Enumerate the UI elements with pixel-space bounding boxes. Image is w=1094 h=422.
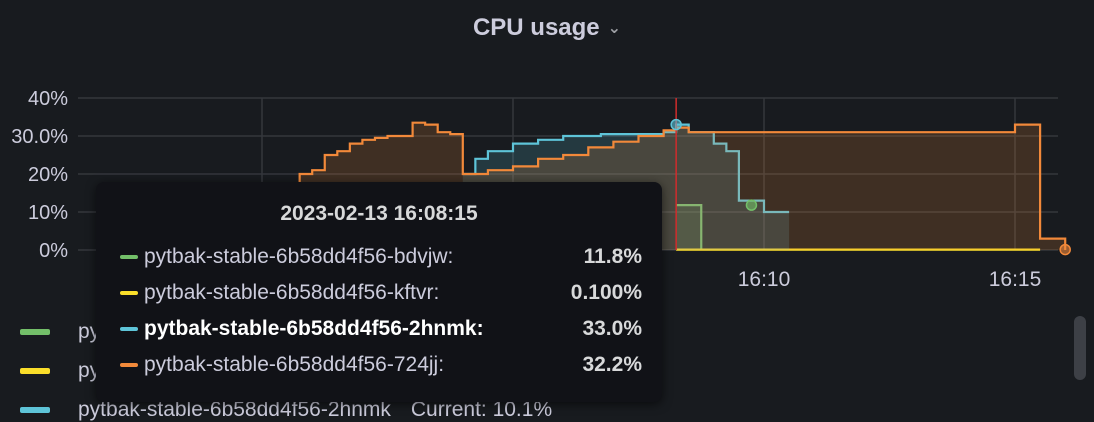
tooltip-series-name: pytbak-stable-6b58dd4f56-kftvr:	[144, 281, 440, 304]
y-tick-label: 30.0%	[11, 126, 68, 148]
y-tick-label: 20%	[28, 164, 68, 186]
y-tick-label: 40%	[28, 88, 68, 110]
legend-color-swatch	[20, 407, 50, 413]
tooltip-series-name: pytbak-stable-6b58dd4f56-724jj:	[144, 353, 445, 376]
legend-color-swatch	[20, 329, 50, 335]
series-color-swatch	[120, 255, 138, 259]
legend-scrollbar[interactable]	[1074, 316, 1086, 380]
tooltip-series-value: 33.0%	[582, 317, 642, 340]
series-color-swatch	[120, 363, 138, 367]
series-color-swatch	[120, 327, 138, 331]
legend-color-swatch	[20, 368, 50, 374]
y-tick-label: 10%	[28, 202, 68, 224]
chart-tooltip: 2023-02-13 16:08:15 pytbak-stable-6b58dd…	[96, 182, 662, 402]
hover-point-2hnmk	[670, 118, 682, 131]
legend-item[interactable]: py	[20, 314, 100, 350]
cpu-usage-panel: CPU usage ⌄ 40% 30.0% 20% 10% 0% 16:10 16:15 py…	[0, 0, 1094, 422]
tooltip-series-value: 0.100%	[570, 281, 642, 304]
tooltip-series-name: pytbak-stable-6b58dd4f56-2hnmk:	[144, 317, 484, 340]
tooltip-row: pytbak-stable-6b58dd4f56-2hnmk: 33.0%	[120, 314, 642, 344]
tooltip-row: pytbak-stable-6b58dd4f56-kftvr: 0.100%	[120, 278, 642, 308]
tooltip-series-name: pytbak-stable-6b58dd4f56-bdvjw:	[144, 245, 454, 268]
hover-point-bdvjw	[745, 199, 758, 211]
series-color-swatch	[120, 291, 138, 295]
tooltip-row: pytbak-stable-6b58dd4f56-724jj: 32.2%	[120, 350, 642, 380]
x-tick-label: 16:10	[738, 268, 791, 291]
hover-point-724jj	[1059, 243, 1071, 256]
tooltip-series-value: 11.8%	[583, 245, 642, 268]
tooltip-timestamp: 2023-02-13 16:08:15	[280, 202, 478, 225]
legend-item[interactable]: py	[20, 353, 100, 389]
x-tick-label: 16:15	[989, 268, 1042, 291]
tooltip-row: pytbak-stable-6b58dd4f56-bdvjw: 11.8%	[120, 242, 642, 272]
tooltip-series-value: 32.2%	[582, 353, 642, 376]
y-tick-label: 0%	[39, 240, 68, 262]
